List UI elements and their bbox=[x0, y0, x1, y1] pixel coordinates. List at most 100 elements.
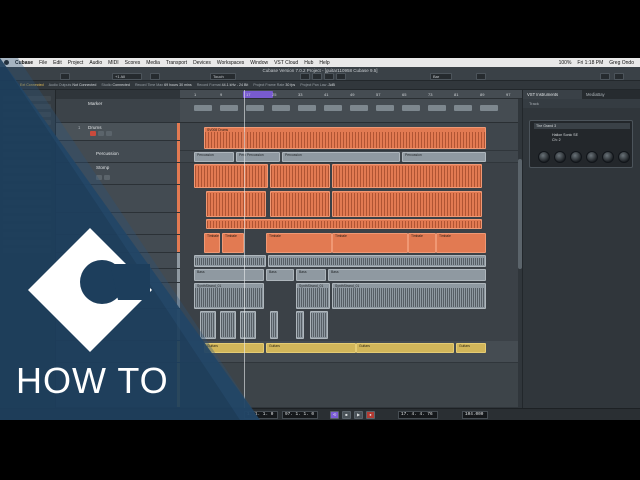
menu-item[interactable]: Help bbox=[319, 60, 329, 66]
marker-event[interactable] bbox=[246, 105, 264, 111]
track-row[interactable] bbox=[56, 185, 180, 213]
range-tool[interactable] bbox=[312, 73, 322, 80]
instrument-slot-title[interactable]: The Grand 3 bbox=[534, 123, 630, 129]
inspector-row[interactable] bbox=[3, 112, 51, 117]
menu-item[interactable]: Scores bbox=[125, 60, 141, 66]
menu-item[interactable]: Workspaces bbox=[217, 60, 244, 66]
inspector-row[interactable] bbox=[3, 96, 51, 101]
track-row[interactable] bbox=[56, 213, 180, 235]
audio-event[interactable]: Bass bbox=[194, 269, 264, 281]
audio-event[interactable]: Timbale bbox=[266, 233, 332, 253]
solo-button[interactable] bbox=[106, 131, 112, 136]
marker-event[interactable] bbox=[194, 105, 212, 111]
inspector-row[interactable] bbox=[3, 144, 51, 149]
inspector-row[interactable] bbox=[3, 216, 51, 221]
audio-event[interactable] bbox=[200, 311, 216, 339]
menu-item[interactable]: Cubase bbox=[15, 60, 33, 66]
stop-button[interactable]: ■ bbox=[342, 411, 351, 419]
audio-event[interactable]: Guitars bbox=[356, 343, 454, 353]
audio-event[interactable]: Perc Percussion bbox=[236, 152, 280, 162]
audio-event[interactable]: Guitars bbox=[456, 343, 486, 353]
left-locator-field[interactable]: 1. 1. 1. 0 bbox=[244, 411, 278, 419]
marker-event[interactable] bbox=[454, 105, 472, 111]
track-marker[interactable]: Marker bbox=[56, 99, 180, 123]
mute-button[interactable] bbox=[98, 131, 104, 136]
audio-event[interactable]: Timbale bbox=[436, 233, 486, 253]
audio-event[interactable] bbox=[270, 164, 330, 188]
tempo-field[interactable]: 104.000 bbox=[462, 411, 488, 419]
menu-item[interactable]: Audio bbox=[89, 60, 102, 66]
inspector-row[interactable] bbox=[3, 208, 51, 213]
audio-event[interactable]: Timbale bbox=[408, 233, 436, 253]
cycle-button[interactable]: ⟲ bbox=[330, 411, 339, 419]
audio-event[interactable] bbox=[310, 311, 328, 339]
inspector-row[interactable] bbox=[3, 248, 51, 253]
audio-event[interactable] bbox=[194, 164, 268, 188]
audio-event[interactable]: Timbale bbox=[332, 233, 408, 253]
marker-event[interactable] bbox=[376, 105, 394, 111]
track-row[interactable] bbox=[56, 309, 180, 341]
record-button[interactable]: ● bbox=[366, 411, 375, 419]
user-label[interactable]: Greg Ondo bbox=[609, 60, 634, 66]
audio-event[interactable] bbox=[206, 191, 266, 217]
marker-event[interactable] bbox=[220, 105, 238, 111]
automation-mode-dropdown[interactable]: Touch bbox=[210, 73, 236, 80]
inspector-row[interactable] bbox=[3, 160, 51, 165]
marker-event[interactable] bbox=[428, 105, 446, 111]
inspector-row[interactable] bbox=[3, 232, 51, 237]
quick-control-knob[interactable] bbox=[554, 151, 566, 163]
tab-vst-instruments[interactable]: VST Instruments bbox=[523, 90, 582, 99]
quick-control-knob[interactable] bbox=[538, 151, 550, 163]
audio-event[interactable] bbox=[194, 255, 266, 267]
audio-event[interactable]: Bass bbox=[296, 269, 326, 281]
menu-item[interactable]: Hub bbox=[304, 60, 313, 66]
inspector-row[interactable] bbox=[3, 240, 51, 245]
menu-item[interactable]: VST Cloud bbox=[274, 60, 298, 66]
audio-event[interactable] bbox=[270, 191, 330, 217]
audio-event[interactable]: SynthStrand_01 bbox=[194, 283, 264, 309]
ruler[interactable]: 1 9 17 25 33 41 49 57 65 73 81 89 97 bbox=[180, 90, 522, 99]
menu-item[interactable]: MIDI bbox=[108, 60, 119, 66]
folder-part-drums[interactable]: SV008 Drums bbox=[204, 127, 486, 149]
tab-mediabay[interactable]: MediaBay bbox=[582, 90, 640, 99]
marker-event[interactable] bbox=[350, 105, 368, 111]
inspector-row[interactable] bbox=[3, 152, 51, 157]
play-button[interactable]: ▶ bbox=[354, 411, 363, 419]
quick-control-knob[interactable] bbox=[570, 151, 582, 163]
snap-toggle[interactable] bbox=[476, 73, 486, 80]
menu-item[interactable]: File bbox=[39, 60, 47, 66]
window-layout-button[interactable] bbox=[600, 73, 610, 80]
marker-event[interactable] bbox=[324, 105, 342, 111]
inspector-row[interactable] bbox=[3, 200, 51, 205]
quick-control-knob[interactable] bbox=[586, 151, 598, 163]
audio-event[interactable]: Bass bbox=[266, 269, 294, 281]
glue-tool[interactable] bbox=[336, 73, 346, 80]
audio-event[interactable]: Percussion bbox=[402, 152, 486, 162]
battery-label[interactable]: 100% bbox=[559, 60, 572, 66]
zone-toggle-button[interactable] bbox=[614, 73, 624, 80]
track-drums-folder[interactable]: 1 Drums bbox=[56, 123, 180, 141]
inspector-row[interactable] bbox=[3, 104, 51, 109]
undo-button[interactable] bbox=[150, 73, 160, 80]
audio-event[interactable]: Percussion bbox=[194, 152, 234, 162]
object-selection-tool[interactable] bbox=[300, 73, 310, 80]
audio-event[interactable]: Bass bbox=[328, 269, 486, 281]
audio-event[interactable] bbox=[220, 311, 236, 339]
record-enable-button[interactable] bbox=[90, 131, 96, 136]
audio-event[interactable] bbox=[270, 311, 278, 339]
audio-event[interactable] bbox=[332, 164, 482, 188]
audio-event[interactable] bbox=[206, 219, 482, 229]
preset-dropdown[interactable]: +1 All bbox=[112, 73, 142, 80]
inspector-row[interactable] bbox=[3, 224, 51, 229]
primary-time-display[interactable]: 17. 4. 4. 76 bbox=[398, 411, 438, 419]
track-stomp[interactable]: Stomp bbox=[56, 163, 180, 185]
solo-button[interactable] bbox=[104, 175, 110, 180]
marker-event[interactable] bbox=[298, 105, 316, 111]
track-row[interactable] bbox=[56, 235, 180, 253]
track-row[interactable] bbox=[56, 341, 180, 363]
track-row[interactable] bbox=[56, 253, 180, 269]
inspector-row[interactable] bbox=[3, 128, 51, 133]
marker-event[interactable] bbox=[402, 105, 420, 111]
inspector-row[interactable] bbox=[3, 184, 51, 189]
track-percussion[interactable]: Percussion bbox=[56, 141, 180, 163]
